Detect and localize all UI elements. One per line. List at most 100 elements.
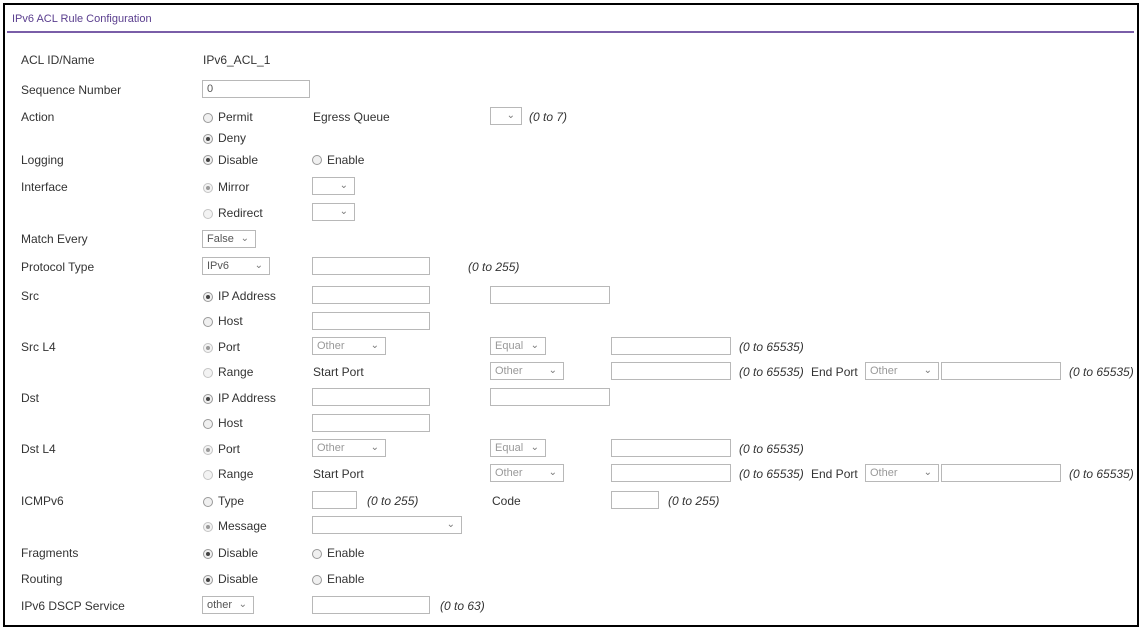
egress-queue-label: Egress Queue	[313, 110, 390, 124]
src-host-input[interactable]	[312, 312, 430, 330]
dst-l4-port-input[interactable]	[611, 439, 731, 457]
src-ip-address-input[interactable]	[312, 286, 430, 304]
egress-queue-range: (0 to 7)	[529, 110, 568, 124]
src-l4-end-port-range: (0 to 65535)	[1069, 365, 1134, 379]
dscp-value-input[interactable]	[312, 596, 430, 614]
src-l4-range-radio[interactable]	[203, 368, 213, 378]
chevron-down-icon: ⌄	[240, 233, 249, 244]
src-l4-end-port-input[interactable]	[941, 362, 1061, 380]
chevron-down-icon: ⌄	[530, 340, 539, 351]
src-l4-start-port-input[interactable]	[611, 362, 731, 380]
match-every-label: Match Every	[21, 232, 88, 246]
redirect-interface-select[interactable]: ⌄	[312, 203, 355, 221]
src-ip-mask-input[interactable]	[490, 286, 610, 304]
icmp-code-input[interactable]	[611, 491, 659, 509]
dst-l4-port-label: Port	[218, 442, 241, 456]
logging-disable-radio[interactable]	[203, 155, 213, 165]
icmp-code-range: (0 to 255)	[668, 494, 720, 508]
dst-l4-range-radio[interactable]	[203, 470, 213, 480]
dst-ip-address-input[interactable]	[312, 388, 430, 406]
src-l4-port-select[interactable]: Other ⌄	[312, 337, 386, 355]
src-l4-start-port-range: (0 to 65535)	[739, 365, 804, 379]
src-l4-port-radio[interactable]	[203, 343, 213, 353]
logging-enable-label: Enable	[327, 153, 365, 167]
protocol-number-input[interactable]	[312, 257, 430, 275]
chevron-down-icon: ⌄	[446, 519, 455, 530]
interface-mirror-radio[interactable]	[203, 183, 213, 193]
dst-l4-end-port-range: (0 to 65535)	[1069, 467, 1134, 481]
dscp-service-select[interactable]: other ⌄	[202, 596, 254, 614]
src-l4-end-port-select[interactable]: Other ⌄	[865, 362, 939, 380]
dst-l4-port-select[interactable]: Other ⌄	[312, 439, 386, 457]
dscp-range: (0 to 63)	[440, 599, 485, 613]
fragments-disable-label: Disable	[218, 546, 259, 560]
action-deny-radio[interactable]	[203, 134, 213, 144]
interface-mirror-label: Mirror	[218, 180, 250, 194]
fragments-enable-radio[interactable]	[312, 549, 322, 559]
icmp-message-select[interactable]: ⌄	[312, 516, 462, 534]
fragments-label: Fragments	[21, 546, 79, 560]
dst-l4-end-port-select[interactable]: Other ⌄	[865, 464, 939, 482]
icmp-message-label: Message	[218, 519, 267, 533]
chevron-down-icon: ⌄	[238, 599, 247, 610]
dst-l4-port-radio[interactable]	[203, 445, 213, 455]
action-deny-label: Deny	[218, 131, 247, 145]
title-underline	[7, 31, 1134, 33]
chevron-down-icon: ⌄	[923, 467, 932, 478]
icmp-message-radio[interactable]	[203, 522, 213, 532]
dst-label: Dst	[21, 391, 39, 405]
mirror-interface-select[interactable]: ⌄	[312, 177, 355, 195]
icmp-type-radio[interactable]	[203, 497, 213, 507]
routing-disable-radio[interactable]	[203, 575, 213, 585]
dst-l4-port-range: (0 to 65535)	[739, 442, 804, 456]
sequence-label: Sequence Number	[21, 83, 122, 97]
src-l4-start-port-select[interactable]: Other ⌄	[490, 362, 564, 380]
chevron-down-icon: ⌄	[530, 442, 539, 453]
dst-l4-start-port-input[interactable]	[611, 464, 731, 482]
dst-l4-range-label: Range	[218, 467, 254, 481]
interface-redirect-radio[interactable]	[203, 209, 213, 219]
src-l4-operator-select[interactable]: Equal ⌄	[490, 337, 546, 355]
chevron-down-icon: ⌄	[339, 206, 348, 217]
panel-header: IPv6 ACL Rule Configuration	[5, 5, 1137, 33]
egress-queue-select[interactable]: ⌄	[490, 107, 522, 125]
dst-l4-label: Dst L4	[21, 442, 56, 456]
src-ip-radio[interactable]	[203, 292, 213, 302]
dst-l4-end-port-label: End Port	[811, 467, 858, 481]
src-l4-port-range: (0 to 65535)	[739, 340, 804, 354]
dst-host-input[interactable]	[312, 414, 430, 432]
fragments-disable-radio[interactable]	[203, 549, 213, 559]
action-permit-radio[interactable]	[203, 113, 213, 123]
acl-id-value: IPv6_ACL_1	[203, 53, 271, 67]
sequence-input[interactable]	[202, 80, 310, 98]
interface-label: Interface	[21, 180, 68, 194]
src-l4-port-input[interactable]	[611, 337, 731, 355]
dst-l4-end-port-input[interactable]	[941, 464, 1061, 482]
protocol-type-select[interactable]: IPv6 ⌄	[202, 257, 270, 275]
dst-ip-radio[interactable]	[203, 394, 213, 404]
logging-disable-label: Disable	[218, 153, 259, 167]
icmp-type-label: Type	[218, 494, 245, 508]
dst-l4-start-port-label: Start Port	[313, 467, 364, 481]
chevron-down-icon: ⌄	[254, 260, 263, 271]
logging-label: Logging	[21, 153, 64, 167]
src-host-radio[interactable]	[203, 317, 213, 327]
src-l4-label: Src L4	[21, 340, 56, 354]
chevron-down-icon: ⌄	[548, 365, 557, 376]
action-label: Action	[21, 110, 55, 124]
routing-enable-label: Enable	[327, 572, 365, 586]
icmp-type-range: (0 to 255)	[367, 494, 419, 508]
chevron-down-icon: ⌄	[370, 340, 379, 351]
dst-host-radio[interactable]	[203, 419, 213, 429]
icmp-code-label: Code	[492, 494, 521, 508]
match-every-select[interactable]: False ⌄	[202, 230, 256, 248]
dst-l4-start-port-select[interactable]: Other ⌄	[490, 464, 564, 482]
src-l4-end-port-label: End Port	[811, 365, 858, 379]
logging-enable-radio[interactable]	[312, 155, 322, 165]
dst-ip-mask-input[interactable]	[490, 388, 610, 406]
dst-l4-operator-select[interactable]: Equal ⌄	[490, 439, 546, 457]
action-permit-label: Permit	[218, 110, 253, 124]
routing-enable-radio[interactable]	[312, 575, 322, 585]
chevron-down-icon: ⌄	[339, 180, 348, 191]
icmp-type-input[interactable]	[312, 491, 357, 509]
